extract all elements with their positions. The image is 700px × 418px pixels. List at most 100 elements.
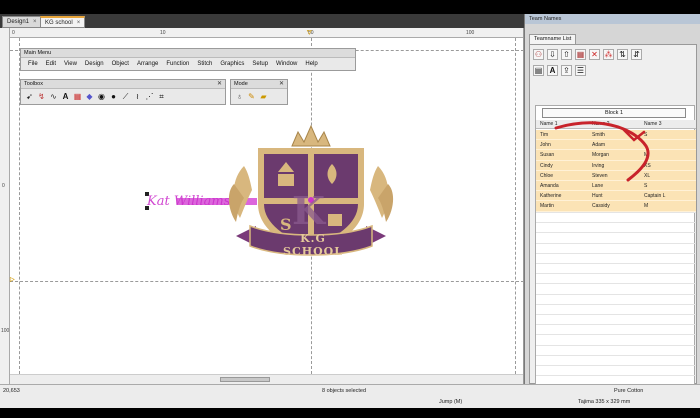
scrollbar-thumb[interactable] bbox=[220, 377, 270, 382]
toolbox-title: Toolbox ✕ bbox=[21, 80, 225, 89]
tab-teamname-list[interactable]: Teamname List bbox=[529, 34, 577, 44]
import-icon[interactable]: ⇪ bbox=[561, 65, 572, 76]
menu-setup[interactable]: Setup bbox=[248, 61, 272, 67]
ruler-tick: 100 bbox=[1, 328, 10, 334]
menu-view[interactable]: View bbox=[60, 61, 81, 67]
reshape-icon[interactable]: ↯ bbox=[36, 92, 47, 103]
list-icon[interactable]: ☰ bbox=[575, 65, 586, 76]
multi-delete-icon[interactable]: ⁂ bbox=[603, 49, 614, 60]
embroidery-app-window: Design1 × KG school × 0 10 50 100 0 100 ▷ … bbox=[0, 0, 700, 418]
empty-row-line bbox=[536, 273, 696, 275]
guide-marker-icon: ▽ bbox=[307, 30, 312, 36]
empty-row-line bbox=[536, 232, 696, 234]
cursor-coordinates: 20,653 bbox=[3, 388, 20, 394]
design-canvas[interactable]: 0 10 50 100 0 100 ▷ ▽ Main Menu File Edi… bbox=[0, 28, 524, 384]
empty-row-line bbox=[536, 293, 696, 295]
status-bar: 20,653 8 objects selected Pure Cotton Ju… bbox=[0, 384, 700, 408]
stitch-icon[interactable]: ∿ bbox=[48, 92, 59, 103]
teamname-list-panel: ⚇ ⇩ ⇧ ▦ ✕ ⁂ ⇅ ⇵ ▤ A ⇪ ☰ Block 1 Name 1 N… bbox=[529, 44, 697, 385]
menu-design[interactable]: Design bbox=[81, 61, 108, 67]
crosshair-icon[interactable]: ⌗ bbox=[156, 92, 167, 103]
tab-kg-school[interactable]: KG school × bbox=[40, 16, 86, 28]
dark-circle-icon[interactable]: ● bbox=[108, 92, 119, 103]
menu-window[interactable]: Window bbox=[272, 61, 301, 67]
mode-tools: ♁ ✎ ▰ bbox=[231, 89, 287, 105]
mode-panel: Mode ✕ ♁ ✎ ▰ bbox=[230, 79, 288, 105]
empty-row-line bbox=[536, 324, 696, 326]
close-icon[interactable]: ✕ bbox=[279, 80, 284, 87]
hot-air-balloon-icon[interactable]: ♁ bbox=[234, 92, 245, 103]
tab-label: KG school bbox=[45, 20, 73, 26]
ruler-tick: 0 bbox=[12, 30, 15, 36]
menu-object[interactable]: Object bbox=[108, 61, 133, 67]
text-icon[interactable]: A bbox=[60, 92, 71, 103]
team-names-dock: Team Names Teamname List ⚇ ⇩ ⇧ ▦ ✕ ⁂ ⇅ ⇵… bbox=[524, 14, 700, 385]
crest-letter: K bbox=[292, 188, 326, 233]
ruler-tick: 100 bbox=[466, 30, 475, 36]
main-menu-panel: Main Menu File Edit View Design Object A… bbox=[20, 48, 356, 71]
fabric-status: Pure Cotton bbox=[614, 388, 644, 394]
empty-row-line bbox=[536, 365, 696, 366]
tab-label: Design1 bbox=[7, 19, 30, 25]
empty-row-line bbox=[536, 303, 696, 305]
menu-stitch[interactable]: Stitch bbox=[193, 61, 216, 67]
embroidery-text: Kat Williams bbox=[147, 194, 231, 209]
close-icon[interactable]: × bbox=[33, 19, 37, 25]
empty-row-line bbox=[536, 252, 696, 254]
teamname-table: Block 1 Name 1 Name 2 Name 3 Tim Smith S… bbox=[535, 105, 696, 385]
table-settings-icon[interactable]: ▤ bbox=[533, 65, 544, 76]
empty-row-line bbox=[536, 354, 696, 356]
team-icon[interactable]: ⚇ bbox=[533, 49, 544, 60]
sort-desc-icon[interactable]: ⇵ bbox=[631, 49, 642, 60]
menu-help[interactable]: Help bbox=[301, 61, 321, 67]
menu-file[interactable]: File bbox=[24, 61, 42, 67]
vertical-ruler: 0 100 bbox=[0, 28, 10, 384]
diamond-icon[interactable]: ◆ bbox=[84, 92, 95, 103]
fill-pattern-icon[interactable]: ▦ bbox=[72, 92, 83, 103]
grid-icon[interactable]: ▦ bbox=[575, 49, 586, 60]
dock-toolbar-row-1: ⚇ ⇩ ⇧ ▦ ✕ ⁂ ⇅ ⇵ bbox=[533, 49, 642, 60]
dock-toolbar-row-2: ▤ A ⇪ ☰ bbox=[533, 65, 586, 76]
mode-title: Mode ✕ bbox=[231, 80, 287, 89]
toolbox-panel: Toolbox ✕ ➹ ↯ ∿ A ▦ ◆ ◉ ● ⟋ ≀ ⋰ ⌗ bbox=[20, 79, 226, 105]
menu-bar: File Edit View Design Object Arrange Fun… bbox=[21, 58, 355, 70]
circle-icon[interactable]: ◉ bbox=[96, 92, 107, 103]
menu-edit[interactable]: Edit bbox=[42, 61, 60, 67]
toolbox-tools: ➹ ↯ ∿ A ▦ ◆ ◉ ● ⟋ ≀ ⋰ ⌗ bbox=[21, 89, 225, 105]
node-icon[interactable]: ⋰ bbox=[144, 92, 155, 103]
empty-row-line bbox=[536, 344, 696, 346]
download-icon[interactable]: ⇩ bbox=[547, 49, 558, 60]
font-icon[interactable]: A bbox=[547, 65, 558, 76]
empty-row-line bbox=[536, 283, 696, 285]
machine-status: Tajima 335 x 329 mm bbox=[578, 399, 631, 405]
menu-function[interactable]: Function bbox=[162, 61, 193, 67]
guide-line bbox=[10, 281, 523, 282]
select-arrow-icon[interactable]: ➹ bbox=[24, 92, 35, 103]
tab-design1[interactable]: Design1 × bbox=[2, 16, 42, 28]
kg-school-crest[interactable]: S K K.G SCHOOL bbox=[222, 118, 400, 260]
upload-icon[interactable]: ⇧ bbox=[561, 49, 572, 60]
dock-title: Team Names bbox=[525, 14, 700, 24]
horizontal-scrollbar[interactable] bbox=[10, 374, 523, 384]
paint-tools-icon[interactable]: ✎ bbox=[246, 92, 257, 103]
line-icon[interactable]: ⟋ bbox=[120, 92, 131, 103]
empty-row-line bbox=[536, 334, 696, 336]
empty-row-line bbox=[536, 314, 696, 315]
selection-status: 8 objects selected bbox=[322, 388, 367, 394]
menu-graphics[interactable]: Graphics bbox=[216, 61, 248, 67]
menu-arrange[interactable]: Arrange bbox=[133, 61, 162, 67]
empty-row-line bbox=[536, 375, 696, 377]
empty-row-line bbox=[536, 242, 696, 244]
guide-marker-icon: ▷ bbox=[10, 277, 15, 283]
horizontal-ruler: 0 10 50 100 bbox=[0, 28, 523, 38]
document-tab-bar: Design1 × KG school × bbox=[0, 14, 524, 28]
close-icon[interactable]: × bbox=[77, 20, 81, 26]
sort-icon[interactable]: ⇅ bbox=[617, 49, 628, 60]
main-menu-title: Main Menu bbox=[21, 49, 355, 58]
delete-icon[interactable]: ✕ bbox=[589, 49, 600, 60]
ruler-tick: 10 bbox=[160, 30, 166, 36]
folder-icon[interactable]: ▰ bbox=[258, 92, 269, 103]
stitch-mode-status: Jump (M) bbox=[439, 399, 463, 405]
zigzag-icon[interactable]: ≀ bbox=[132, 92, 143, 103]
close-icon[interactable]: ✕ bbox=[217, 80, 222, 87]
